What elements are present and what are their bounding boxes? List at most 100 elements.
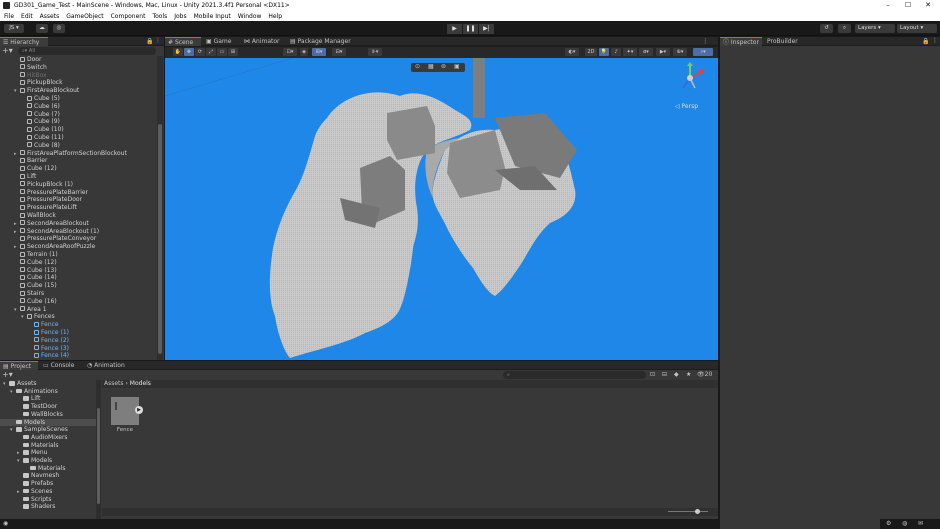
move-tool-icon[interactable]: ✥ [184,48,194,56]
breadcrumb-current[interactable]: Models [130,380,151,387]
hierarchy-item[interactable]: Lift [14,173,36,181]
filter-label-icon[interactable]: ⊟ [662,371,667,378]
hierarchy-item[interactable]: Fence (4) [28,352,69,360]
project-folder-item[interactable]: ▸ Menu [0,449,96,457]
menu-gameobject[interactable]: GameObject [66,13,103,20]
project-folder-item[interactable]: Materials [0,442,96,450]
hierarchy-item[interactable]: Cube (5) [21,95,60,103]
hierarchy-search-input[interactable]: ⌕▾ All [18,47,156,55]
account-button[interactable]: JS ▾ [4,24,24,33]
zoom-slider-track[interactable] [668,511,708,512]
hierarchy-item[interactable]: Cube (12) [14,165,57,173]
hierarchy-item[interactable]: Cube (15) [14,282,57,290]
hierarchy-item[interactable]: Fence [28,321,59,329]
hierarchy-item[interactable]: ▸ SecondAreaRoofPuzzle [14,243,95,251]
project-folder-item[interactable]: Lift [0,395,96,403]
hierarchy-item[interactable]: PressurePlateBarrier [14,189,88,197]
menu-file[interactable]: File [4,13,14,20]
project-folder-item[interactable]: Materials [0,465,96,473]
hierarchy-item[interactable]: Barrier [14,157,47,165]
hierarchy-item[interactable]: PickupBlock (1) [14,181,73,189]
hierarchy-item[interactable]: Cube (9) [21,118,60,126]
cache-icon[interactable]: ⚙ [886,520,891,527]
tab-animator[interactable]: ⋈ Animator [241,37,285,46]
hierarchy-item[interactable]: Cube (10) [21,126,64,134]
breadcrumb-root[interactable]: Assets [104,380,124,387]
hierarchy-item[interactable]: PressurePlateConveyor [14,235,96,243]
hierarchy-item[interactable]: WallBlock [14,212,56,220]
hidden-objects-icon[interactable]: ø▾ [639,48,653,56]
project-folder-item[interactable]: AudioMixers [0,434,96,442]
hierarchy-item[interactable]: Cube (12) [14,259,57,267]
persp-label[interactable]: ◁ Persp [675,103,698,110]
scene-lock-icon[interactable]: ⋮ [702,37,709,45]
menu-jobs[interactable]: Jobs [174,13,186,20]
hierarchy-item[interactable]: HitBox [14,72,47,80]
add-object-button[interactable]: +▾ [2,47,14,55]
project-tree-scrollbar[interactable] [96,380,101,529]
inspector-lock-icon[interactable]: 🔒 [922,38,929,45]
hierarchy-scroll-thumb[interactable] [158,124,162,354]
inspector-more-icon[interactable]: ⋮ [932,37,938,44]
hierarchy-item[interactable]: ▸ FirstAreaPlatformSectionBlockout [14,150,127,158]
project-search-input[interactable]: ⌕ [503,371,646,379]
minimize-button[interactable]: – [878,0,898,11]
favorite-icon[interactable]: ★ [686,371,691,378]
history-icon[interactable]: ↺ [820,24,833,33]
project-folder-item[interactable]: Navmesh [0,472,96,480]
tab-package-manager[interactable]: ▤ Package Manager [287,37,357,46]
scene-gizmo[interactable] [675,62,715,98]
pivot-toggle-icon[interactable]: ⊡▾ [283,48,297,56]
overlay-b-icon[interactable]: ▦ [428,63,434,70]
audio-toggle-icon[interactable]: ♪ [611,48,621,56]
hierarchy-item[interactable]: Door [14,56,41,64]
hierarchy-item[interactable]: Cube (11) [21,134,64,142]
pause-button[interactable]: ❚❚ [463,24,478,34]
grid-snap-icon[interactable]: ⊞▾ [312,48,326,56]
hierarchy-item[interactable]: Fence (2) [28,337,69,345]
menu-window[interactable]: Window [238,13,262,20]
overlay-c-icon[interactable]: ⊚ [441,63,446,70]
project-folder-item[interactable]: ▸ Scenes [0,488,96,496]
project-folder-item[interactable]: ▾ Assets [0,380,96,388]
project-folder-item[interactable]: ▾ Models [0,457,96,465]
asset-tile[interactable]: ▶ Fence [108,395,143,435]
project-add-button[interactable]: +▾ [2,371,14,379]
hierarchy-item[interactable]: Fence (3) [28,345,69,353]
draw-mode-icon[interactable]: ◐▾ [565,48,579,56]
hierarchy-item[interactable]: Terrain (1) [14,251,58,259]
layout-dropdown[interactable]: Layout ▾ [897,24,937,33]
hierarchy-item[interactable]: Cube (14) [14,274,57,282]
menu-mobile-input[interactable]: Mobile Input [194,13,231,20]
overlay-a-icon[interactable]: ⊙ [415,63,420,70]
rect-tool-icon[interactable]: ▭ [217,48,227,56]
hierarchy-item[interactable]: PickupBlock [14,79,63,87]
cloud-icon[interactable]: ☁ [36,24,48,33]
step-button[interactable]: ▶| [479,24,494,34]
scene-viewport[interactable] [165,58,718,360]
hierarchy-item[interactable]: Fence (1) [28,329,69,337]
hierarchy-item[interactable]: Cube (6) [21,103,60,111]
project-folder-item[interactable]: Scripts [0,496,96,504]
menu-component[interactable]: Component [111,13,146,20]
tab-probuilder[interactable]: ProBuilder [764,37,804,46]
project-folder-item[interactable]: Models [0,418,96,427]
play-button[interactable]: ▶ [447,24,462,34]
snap-increment-icon[interactable]: ⊟▾ [332,48,346,56]
lighting-toggle-icon[interactable]: 💡 [599,48,609,56]
project-folder-item[interactable]: WallBlocks [0,411,96,419]
hierarchy-item[interactable]: ▾ Area 1 [14,306,47,314]
mode-2d-button[interactable]: 2D [585,48,597,56]
tab-console[interactable]: ▭ Console [40,361,80,370]
collab-icon[interactable]: ◎ [53,24,65,33]
menu-help[interactable]: Help [268,13,282,20]
hierarchy-item[interactable]: PressurePlateDoor [14,196,82,204]
hierarchy-item[interactable]: ▸ SecondAreaBlockout [14,220,89,228]
maximize-button[interactable]: ☐ [898,0,918,11]
search-icon[interactable]: ⌕ [838,24,851,33]
lock-icon[interactable]: 🔒 [146,38,153,45]
hierarchy-item[interactable]: Switch [14,64,47,72]
close-button[interactable]: ✕ [918,0,938,11]
scene-search-icon[interactable]: ⌕▾ [693,48,713,56]
progress-icon[interactable]: ◍ [902,520,907,527]
